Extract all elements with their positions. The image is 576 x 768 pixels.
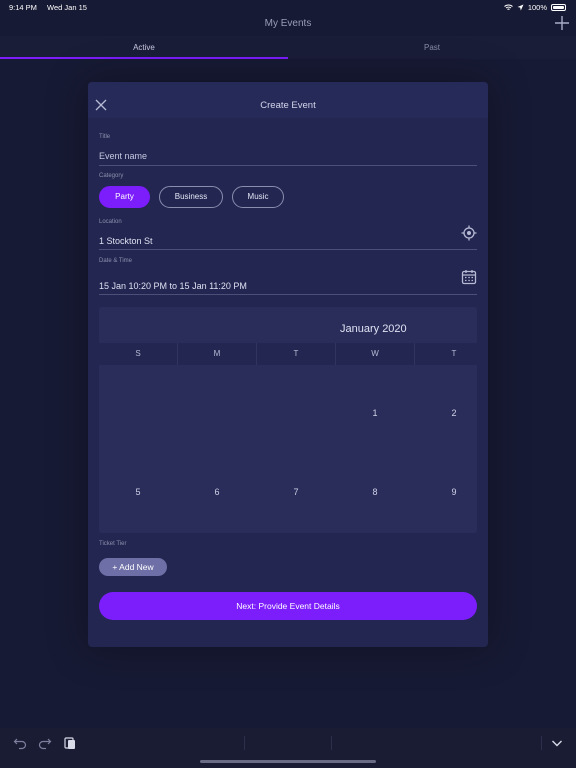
page-title: My Events <box>264 18 312 29</box>
datetime-input[interactable]: 15 Jan 10:20 PM to 15 Jan 11:20 PM <box>99 281 247 291</box>
weekday-thu: T <box>451 349 457 358</box>
calendar-day[interactable]: 7 <box>286 487 306 497</box>
next-button[interactable]: Next: Provide Event Details <box>99 592 477 620</box>
add-ticket-tier-button[interactable]: + Add New <box>99 558 167 576</box>
redo-icon[interactable] <box>38 736 52 750</box>
calendar-day[interactable]: 9 <box>444 487 464 497</box>
locate-icon[interactable] <box>461 225 477 241</box>
category-chip-business[interactable]: Business <box>159 186 223 208</box>
wifi-icon <box>503 4 513 10</box>
weekday-divider <box>414 343 415 365</box>
calendar-day[interactable]: 8 <box>365 487 385 497</box>
battery-icon <box>551 4 566 11</box>
category-chip-party[interactable]: Party <box>99 186 150 208</box>
calendar: January 2020 S M T W T 1 2 5 6 7 8 9 <box>99 307 477 533</box>
divider <box>541 736 542 750</box>
ticket-tier-label: Ticket Tier <box>99 541 127 547</box>
title-label: Title <box>99 134 111 140</box>
title-underline <box>99 165 477 166</box>
calendar-month: January 2020 <box>340 323 407 335</box>
calendar-icon[interactable] <box>461 269 477 285</box>
tab-indicator <box>0 57 288 59</box>
nav-bar: My Events <box>0 14 576 36</box>
modal-title: Create Event <box>260 100 316 111</box>
datetime-underline <box>99 294 477 295</box>
event-name-input[interactable]: Event name <box>99 151 147 161</box>
status-bar: 9:14 PM Wed Jan 15 100% <box>0 0 576 14</box>
weekday-tue: T <box>293 349 299 358</box>
undo-icon[interactable] <box>13 736 27 750</box>
calendar-day[interactable]: 1 <box>365 408 385 418</box>
calendar-day[interactable]: 5 <box>128 487 148 497</box>
add-icon[interactable] <box>554 15 570 31</box>
divider <box>244 736 245 750</box>
location-input[interactable]: 1 Stockton St <box>99 236 153 246</box>
weekday-divider <box>335 343 336 365</box>
tab-past[interactable]: Past <box>288 36 576 59</box>
category-label: Category <box>99 173 124 179</box>
divider <box>331 736 332 750</box>
location-label: Location <box>99 219 122 225</box>
chevron-down-icon[interactable] <box>550 736 564 750</box>
calendar-day[interactable]: 2 <box>444 408 464 418</box>
location-underline <box>99 249 477 250</box>
datetime-label: Date & Time <box>99 258 133 264</box>
weekday-divider <box>256 343 257 365</box>
weekday-sun: S <box>135 349 141 358</box>
calendar-weekday-row: S M T W T <box>99 343 477 365</box>
create-event-modal: Create Event Title Event name Category P… <box>88 82 488 647</box>
calendar-day[interactable]: 6 <box>207 487 227 497</box>
weekday-mon: M <box>213 349 221 358</box>
home-indicator <box>200 760 376 763</box>
weekday-wed: W <box>371 349 379 358</box>
tab-bar: Active Past <box>0 36 576 59</box>
location-arrow-icon <box>517 4 524 11</box>
paste-icon[interactable] <box>63 736 77 750</box>
status-date: Wed Jan 15 <box>47 3 87 12</box>
status-time: 9:14 PM <box>9 3 37 12</box>
battery-percent: 100% <box>527 3 547 12</box>
tab-active[interactable]: Active <box>0 36 288 59</box>
weekday-divider <box>177 343 178 365</box>
modal-header: Create Event <box>88 82 488 118</box>
category-chip-music[interactable]: Music <box>232 186 284 208</box>
